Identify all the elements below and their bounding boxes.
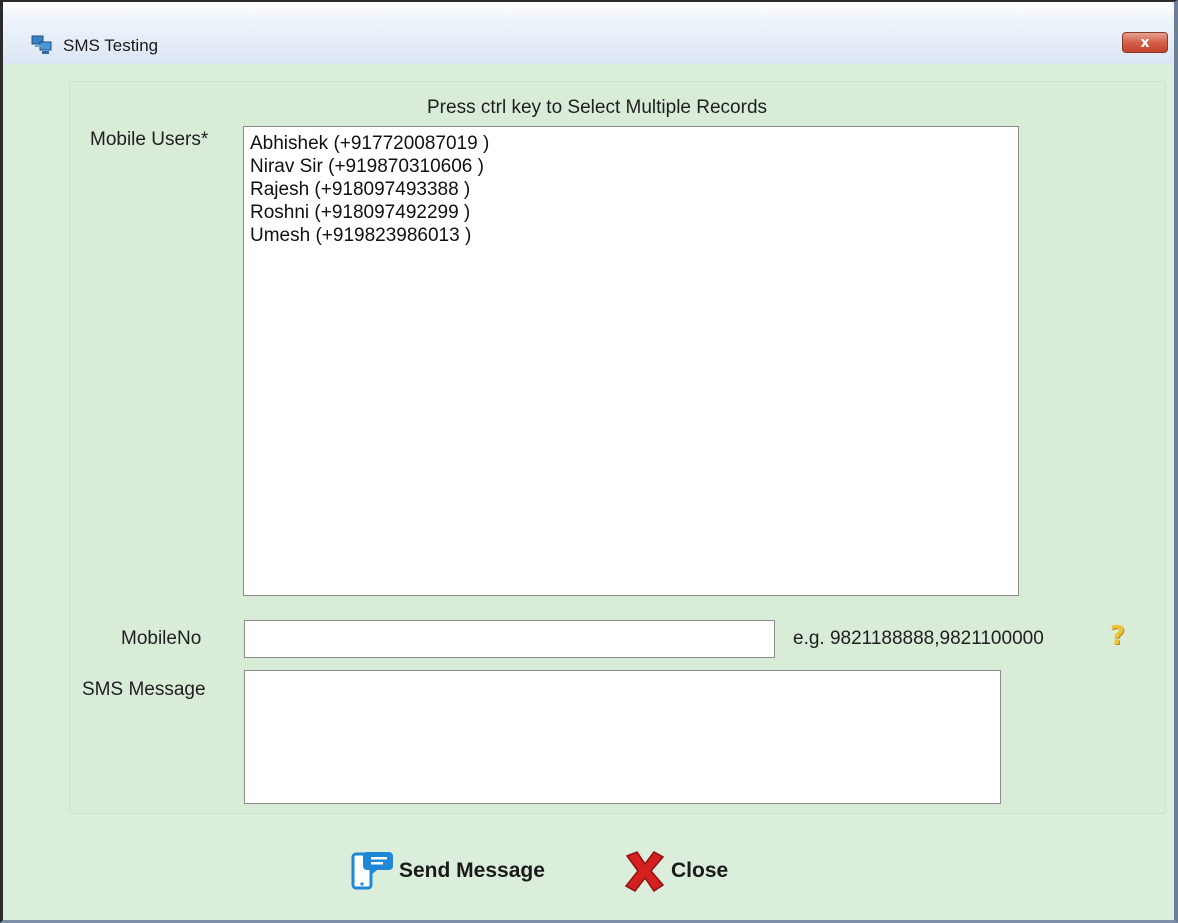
red-x-icon (624, 851, 665, 893)
selection-hint: Press ctrl key to Select Multiple Record… (427, 97, 768, 118)
list-item[interactable]: Roshni (+918097492299 ) (250, 201, 1012, 224)
close-button[interactable]: Close (621, 846, 728, 896)
mobile-users-label: Mobile Users* (90, 129, 209, 150)
close-label: Close (671, 859, 729, 882)
sms-message-field[interactable] (244, 670, 1001, 804)
title-bar: SMS Testing x (3, 2, 1174, 64)
list-item[interactable]: Rajesh (+918097493388 ) (250, 178, 1012, 201)
list-item[interactable]: Nirav Sir (+919870310606 ) (250, 155, 1012, 178)
question-mark-icon[interactable]: ? (1110, 623, 1130, 649)
computers-network-icon (31, 35, 52, 54)
send-message-button[interactable]: Send Message (349, 846, 545, 896)
sms-testing-window: SMS Testing x Press ctrl key to Select M… (0, 0, 1178, 923)
sms-message-label: SMS Message (82, 679, 206, 700)
list-item[interactable]: Abhishek (+917720087019 ) (250, 132, 1012, 155)
mobile-no-example: e.g. 9821188888,9821100000 (793, 628, 1044, 649)
phone-message-icon (351, 852, 393, 890)
window-close-button[interactable]: x (1122, 32, 1168, 53)
mobile-no-input[interactable] (244, 620, 775, 658)
window-title: SMS Testing (63, 36, 159, 55)
mobile-no-label: MobileNo (121, 628, 202, 649)
list-item[interactable]: Umesh (+919823986013 ) (250, 224, 1012, 247)
mobile-users-listbox[interactable]: Abhishek (+917720087019 ) Nirav Sir (+91… (243, 126, 1019, 596)
send-message-label: Send Message (399, 859, 545, 882)
